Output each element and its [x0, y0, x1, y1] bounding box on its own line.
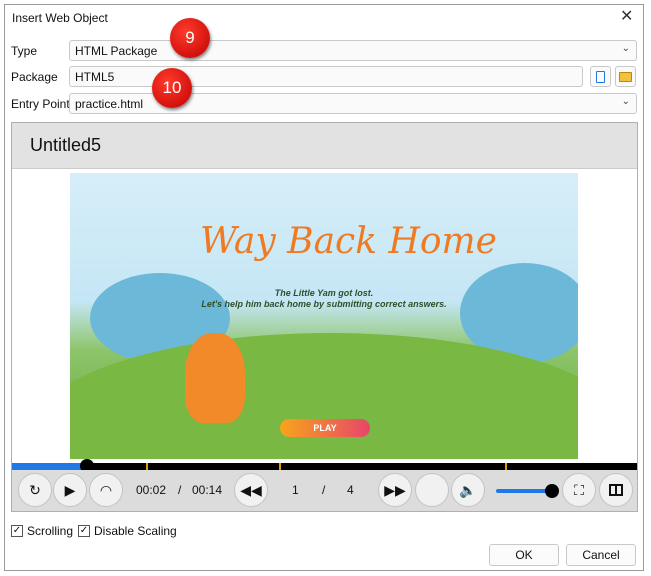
volume-button[interactable]: 🔈: [451, 473, 485, 507]
volume-slider[interactable]: [496, 489, 552, 493]
web-object-preview[interactable]: Way Back Home The Little Yam got lost. L…: [70, 173, 578, 459]
chevron-down-icon: ⌄: [621, 43, 630, 54]
seek-marker: [279, 463, 281, 470]
page-separator: /: [322, 483, 326, 497]
seek-progress: [12, 463, 87, 470]
disable-scaling-checkbox[interactable]: ✓ Disable Scaling: [78, 524, 177, 538]
total-time: 00:14: [192, 483, 223, 497]
package-label: Package: [11, 70, 58, 84]
fullscreen-button[interactable]: ⛶: [562, 473, 596, 507]
cancel-button[interactable]: Cancel: [566, 544, 636, 566]
annotation-badge-10: 10: [152, 68, 192, 108]
annotation-badge-9: 9: [170, 18, 210, 58]
gauge-icon: ◠: [99, 481, 113, 498]
type-value: HTML Package: [75, 44, 158, 58]
check-icon: ✓: [11, 525, 23, 537]
disable-scaling-label: Disable Scaling: [94, 524, 177, 538]
seek-marker: [146, 463, 148, 470]
folder-icon: [619, 71, 632, 82]
time-separator: /: [178, 483, 182, 497]
new-file-icon: [596, 70, 605, 83]
dialog-title: Insert Web Object: [12, 11, 108, 25]
fast-forward-icon: ▶▶: [384, 481, 406, 498]
speed-button[interactable]: ◠: [89, 473, 123, 507]
rewind-icon: ◀◀: [240, 481, 262, 498]
split-view-button[interactable]: [599, 473, 633, 507]
replay-icon: ↻: [29, 481, 41, 498]
scrolling-label: Scrolling: [27, 524, 74, 538]
preview-panel: Untitled5 Way Back Home The Little Yam g…: [11, 122, 638, 512]
current-page: 1: [292, 483, 299, 497]
volume-handle[interactable]: [545, 484, 559, 498]
package-input[interactable]: HTML5: [69, 66, 583, 87]
close-icon[interactable]: ✕: [620, 6, 633, 26]
next-page-button[interactable]: ▶▶: [378, 473, 412, 507]
replay-button[interactable]: ↻: [18, 473, 52, 507]
play-game-button[interactable]: PLAY: [280, 419, 370, 437]
new-package-button[interactable]: [590, 66, 611, 87]
player-controls: ↻ ▶ ◠ 00:02 / 00:14 ◀◀ 1 / 4 ▶▶ 🔈 ⛶: [12, 470, 637, 511]
chevron-down-icon: ⌄: [621, 96, 630, 107]
game-subtitle-1: The Little Yam got lost.: [274, 288, 374, 298]
tiger-character: [185, 333, 245, 423]
type-label: Type: [11, 44, 38, 58]
total-pages: 4: [347, 483, 354, 497]
seek-bar[interactable]: [12, 459, 637, 473]
entry-point-value: practice.html: [75, 97, 144, 111]
game-title: Way Back Home: [200, 221, 497, 262]
expand-icon: ⛶: [574, 481, 584, 498]
ok-button[interactable]: OK: [489, 544, 559, 566]
speaker-icon: 🔈: [459, 481, 477, 498]
scrolling-checkbox[interactable]: ✓ Scrolling: [11, 524, 73, 538]
columns-icon: [609, 484, 623, 496]
check-icon: ✓: [78, 525, 90, 537]
blank-button[interactable]: [415, 473, 449, 507]
seek-marker: [505, 463, 507, 470]
play-icon: ▶: [64, 481, 76, 498]
current-time: 00:02: [136, 483, 167, 497]
package-value: HTML5: [75, 70, 115, 84]
previous-page-button[interactable]: ◀◀: [234, 473, 268, 507]
preview-title: Untitled5: [30, 135, 102, 155]
preview-header: Untitled5: [12, 123, 637, 169]
play-button[interactable]: ▶: [53, 473, 87, 507]
entry-point-label: Entry Point: [11, 97, 70, 111]
type-select[interactable]: HTML Package ⌄: [69, 40, 637, 61]
browse-folder-button[interactable]: [615, 66, 636, 87]
game-subtitle-2: Let's help him back home by submitting c…: [201, 299, 447, 309]
